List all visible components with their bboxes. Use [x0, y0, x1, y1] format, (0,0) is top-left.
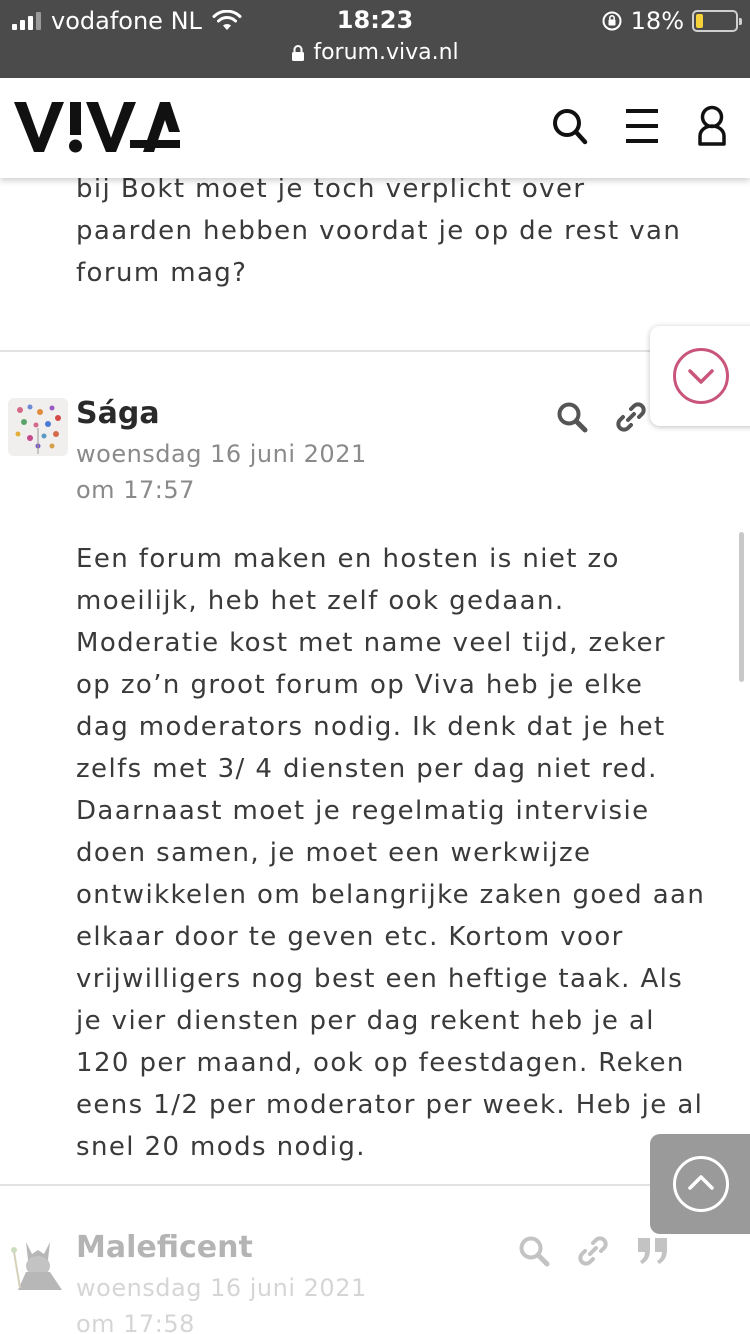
previous-post-text: bij Bokt moet je toch verplicht over paa…: [76, 178, 682, 288]
viva-logo[interactable]: [12, 96, 180, 156]
thread-content: bij Bokt moet je toch verplicht over paa…: [0, 178, 750, 1334]
url-bar[interactable]: forum.viva.nl: [0, 40, 750, 65]
battery-percent: 18%: [630, 7, 684, 35]
chevron-down-circle-icon: [673, 348, 729, 404]
search-icon[interactable]: [518, 1235, 550, 1267]
post-saga: Sága woensdag 16 juni 2021 om 17:57 Een …: [0, 352, 750, 1182]
site-header: [0, 78, 750, 178]
scrollbar[interactable]: [739, 532, 744, 682]
chevron-up-circle-icon: [673, 1156, 729, 1212]
url-text: forum.viva.nl: [313, 40, 459, 65]
status-right: 18%: [601, 6, 742, 36]
post-date: woensdag 16 juni 2021: [76, 1274, 367, 1302]
post-time: om 17:58: [76, 1310, 195, 1334]
search-icon[interactable]: [550, 104, 590, 148]
lock-icon: [292, 44, 305, 61]
post-date: woensdag 16 juni 2021: [76, 440, 367, 468]
post-body: Een forum maken en hosten is niet zo moe…: [76, 544, 706, 1162]
jump-up-button[interactable]: [650, 1134, 750, 1234]
avatar[interactable]: [8, 398, 68, 456]
post-time: om 17:57: [76, 476, 195, 504]
search-icon[interactable]: [556, 401, 588, 433]
post-actions: [556, 400, 648, 434]
menu-icon[interactable]: [624, 104, 660, 148]
post-actions: [518, 1234, 670, 1268]
user-icon[interactable]: [696, 104, 728, 148]
battery-icon: [692, 10, 742, 32]
status-bar: vodafone NL 18:23 18% forum.viva.nl: [0, 0, 750, 78]
link-icon[interactable]: [576, 1234, 610, 1268]
post-maleficent: Maleficent woensdag 16 juni 2021 om 17:5…: [0, 1186, 750, 1334]
quote-icon[interactable]: [636, 1236, 670, 1266]
jump-down-button[interactable]: [650, 326, 750, 426]
avatar-image: [11, 1242, 62, 1290]
post-author[interactable]: Maleficent: [76, 1230, 253, 1265]
post-author[interactable]: Sága: [76, 396, 160, 431]
avatar[interactable]: [8, 1232, 68, 1290]
avatar-image: [8, 398, 68, 456]
link-icon[interactable]: [614, 400, 648, 434]
orientation-lock-icon: [602, 11, 622, 31]
